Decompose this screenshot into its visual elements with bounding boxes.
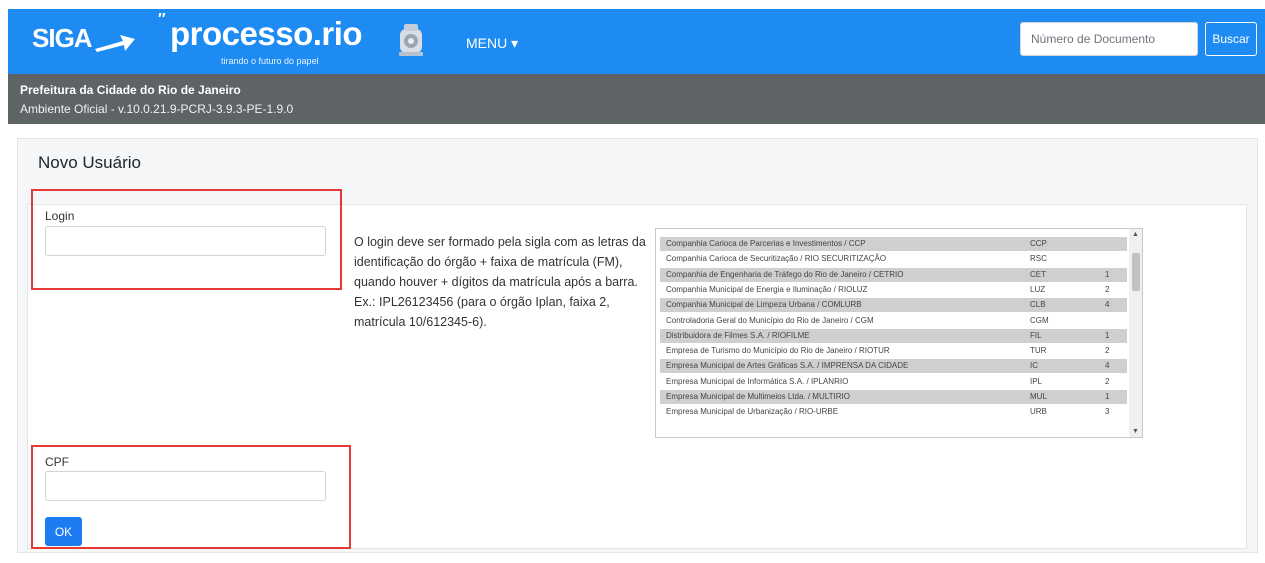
org-list-row[interactable]: Controladoria Geral do Município do Rio … [660,314,1127,328]
org-sigla: URB [1030,407,1047,417]
login-highlight-box [31,189,342,290]
city-crest-icon [399,24,423,56]
scroll-up-icon[interactable]: ▲ [1132,231,1139,238]
org-list-row[interactable]: Empresa de Turismo do Município do Rio d… [660,344,1127,358]
org-name: Empresa de Turismo do Município do Rio d… [666,346,890,356]
org-faixa: 3 [1105,407,1110,417]
list-scrollbar[interactable]: ▲ ▼ [1129,229,1142,437]
scroll-thumb[interactable] [1132,253,1140,291]
org-name: Distribuidora de Filmes S.A. / RIOFILME [666,330,810,340]
page-title: Novo Usuário [38,153,141,172]
org-name: Empresa Municipal de Multimeios Ltda. / … [666,392,850,401]
org-sigla: CET [1030,269,1046,279]
org-sigla: CLB [1030,300,1046,310]
siga-logo[interactable]: SIGA [32,23,93,54]
org-name: Companhia Municipal de Limpeza Urbana / … [666,300,862,310]
org-sigla: RSC [1030,254,1047,264]
org-name: Empresa Municipal de Artes Gráficas S.A.… [666,361,909,371]
org-list-row[interactable]: Empresa Municipal de Informática S.A. / … [660,375,1127,389]
org-list-row[interactable]: Empresa Municipal de Urbanização / RIO-U… [660,405,1127,419]
organization-list[interactable]: Companhia Carioca de Parcerias e Investi… [655,228,1143,438]
siga-arrow-icon [95,35,135,52]
search-button[interactable]: Buscar [1205,22,1257,56]
org-list-row[interactable]: Companhia Carioca de Securitização / RIO… [660,252,1127,266]
environment-version: Ambiente Oficial - v.10.0.21.9-PCRJ-3.9.… [20,102,294,116]
org-sigla: TUR [1030,346,1047,356]
org-faixa: 4 [1105,361,1110,371]
org-name: Companhia Carioca de Parcerias e Investi… [666,239,866,248]
org-name: Controladoria Geral do Município do Rio … [666,315,874,325]
org-sigla: LUZ [1030,284,1046,294]
org-faixa: 1 [1105,269,1110,279]
org-list-row[interactable]: Empresa Municipal de Multimeios Ltda. / … [660,390,1127,404]
org-sigla: IPL [1030,376,1043,386]
environment-bar: Prefeitura da Cidade do Rio de Janeiro A… [8,74,1265,124]
org-list-row[interactable]: Companhia Municipal de Energia e Ilumina… [660,283,1127,297]
org-faixa: 1 [1105,392,1110,401]
org-name: Empresa Municipal de Informática S.A. / … [666,376,849,386]
org-faixa: 2 [1105,346,1110,356]
org-sigla: FIL [1030,330,1042,340]
main-menu-dropdown[interactable]: MENU ▾ [466,35,518,52]
document-number-search-input[interactable] [1020,22,1198,56]
org-name: Companhia Municipal de Energia e Ilumina… [666,284,868,294]
org-sigla: IC [1030,361,1038,371]
cpf-highlight-box [31,445,351,549]
logo-tagline: tirando o futuro do papel [221,56,319,66]
logo-quote-mark-icon: ″ [158,11,166,28]
org-faixa: 1 [1105,330,1110,340]
menu-label: MENU [466,35,508,51]
logo-title: processo.rio [170,15,363,52]
org-list-row[interactable]: Distribuidora de Filmes S.A. / RIOFILME F… [660,328,1127,343]
org-list-row[interactable]: Companhia de Engenharia de Tráfego do Ri… [660,267,1127,282]
org-sigla: MUL [1030,392,1047,401]
org-sigla: CCP [1030,239,1047,248]
org-faixa: 4 [1105,300,1110,310]
org-list-row[interactable]: Companhia Municipal de Limpeza Urbana / … [660,298,1127,313]
org-faixa: 2 [1105,284,1110,294]
org-faixa: 2 [1105,376,1110,386]
caret-down-icon: ▾ [511,35,519,51]
org-name: Companhia de Engenharia de Tráfego do Ri… [666,269,904,279]
org-name: Empresa Municipal de Urbanização / RIO-U… [666,407,839,417]
login-help-text: O login deve ser formado pela sigla com … [354,235,646,329]
org-sigla: CGM [1030,315,1049,325]
org-list-row[interactable]: Companhia Carioca de Parcerias e Investi… [660,237,1127,251]
scroll-down-icon[interactable]: ▼ [1132,428,1139,435]
org-name: Companhia Carioca de Securitização / RIO… [666,254,887,264]
organization-name: Prefeitura da Cidade do Rio de Janeiro [20,83,241,97]
org-list-row[interactable]: Empresa Municipal de Artes Gráficas S.A.… [660,359,1127,374]
